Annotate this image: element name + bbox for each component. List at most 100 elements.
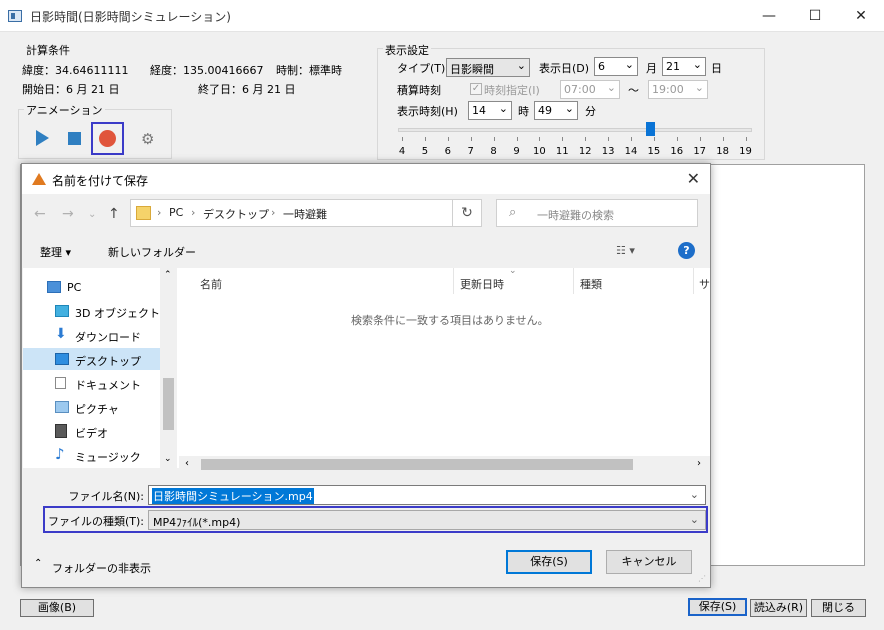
time-slider-track[interactable] (398, 128, 752, 132)
slider-tick-mark (699, 137, 701, 141)
column-header-modified[interactable]: 更新日時 (460, 276, 504, 292)
film-icon (55, 424, 67, 438)
maximize-button[interactable]: ☐ (792, 0, 838, 32)
nav-item-desktop[interactable]: デスクトップ (23, 348, 161, 370)
time-slider-thumb[interactable] (645, 122, 655, 136)
minute-select-value: 49 (538, 104, 552, 117)
month-unit: 月 (646, 62, 657, 75)
stop-icon[interactable] (68, 132, 81, 145)
resize-grip-icon[interactable]: ⋰ (698, 574, 706, 583)
hide-folders-button[interactable]: フォルダーの非表示 (52, 560, 151, 576)
slider-tick-label: 19 (739, 146, 752, 157)
column-header-name[interactable]: 名前 (200, 276, 222, 292)
new-folder-button[interactable]: 新しいフォルダー (108, 244, 196, 260)
slider-tick-label: 5 (421, 146, 429, 157)
slider-tick-mark (608, 137, 610, 141)
nav-item-videos[interactable]: ビデオ (23, 420, 161, 442)
column-header-size[interactable]: サ (699, 276, 710, 292)
play-icon[interactable] (36, 130, 49, 146)
nav-item-label: 3D オブジェクト (75, 307, 160, 320)
close-main-button[interactable]: 閉じる (811, 599, 866, 617)
timezone-text: 時制：標準時 (276, 64, 342, 77)
calc-group-label: 計算条件 (24, 42, 72, 58)
save-button[interactable]: 保存(S) (688, 598, 747, 616)
breadcrumb-folder[interactable]: 一時避難 (283, 206, 327, 222)
search-input[interactable]: ⌕ 一時避難の検索 (496, 199, 698, 227)
nav-item-label: ダウンロード (75, 331, 141, 344)
nav-item-pc[interactable]: PC (23, 276, 161, 298)
nav-item-label: ピクチャ (75, 403, 119, 416)
image-button[interactable]: 画像(B) (20, 599, 94, 617)
navigation-pane: PC 3D オブジェクト ⬇ ダウンロード デスクトップ ドキュメント ピクチャ… (23, 268, 179, 468)
nav-item-documents[interactable]: ドキュメント (23, 372, 161, 394)
tilde-text: 〜 (628, 84, 639, 97)
record-icon[interactable] (99, 130, 116, 147)
nav-item-label: デスクトップ (75, 355, 141, 368)
time-from-select[interactable]: 07:00 ⌄ (560, 80, 620, 99)
filetype-select[interactable]: MP4ﾌｧｲﾙ(*.mp4) ⌄ (148, 510, 706, 530)
refresh-icon[interactable]: ↻ (452, 199, 482, 227)
slider-tick-label: 15 (647, 146, 661, 157)
filename-input[interactable]: 日影時間シミュレーション.mp4 ⌄ (148, 485, 706, 505)
type-select[interactable]: 日影瞬間 ⌄ (446, 58, 530, 77)
nav-scroll-thumb[interactable] (163, 378, 174, 430)
breadcrumb-desktop[interactable]: デスクトップ (203, 206, 269, 222)
back-arrow-icon[interactable]: ← (34, 206, 46, 222)
recent-chevron-icon[interactable]: ⌄ (88, 209, 96, 220)
scroll-up-icon[interactable]: ⌃ (164, 270, 172, 280)
month-select[interactable]: 6 ⌄ (594, 57, 638, 76)
dialog-close-icon[interactable]: ✕ (687, 169, 700, 188)
nav-scrollbar[interactable]: ⌃ ⌄ (160, 268, 177, 468)
slider-tick-label: 18 (716, 146, 729, 157)
slider-tick-label: 13 (601, 146, 615, 157)
filetype-label: ファイルの種類(T): (47, 515, 144, 528)
app-logo-icon (32, 173, 46, 185)
dialog-title: 名前を付けて保存 (52, 174, 149, 188)
help-icon[interactable]: ? (678, 242, 695, 259)
load-button[interactable]: 読込み(R) (750, 599, 807, 617)
chevron-down-icon[interactable]: ⌄ (690, 513, 699, 526)
time-from-value: 07:00 (564, 83, 596, 96)
dialog-save-button[interactable]: 保存(S) (506, 550, 592, 574)
view-options-icon[interactable]: ☷ ▾ (616, 244, 635, 257)
day-select-value: 21 (666, 60, 680, 73)
scroll-left-icon[interactable]: ‹ (185, 458, 189, 469)
address-bar[interactable]: › PC › デスクトップ › 一時避難 ⌄ (130, 199, 477, 227)
scroll-right-icon[interactable]: › (697, 458, 701, 469)
minimize-button[interactable]: — (746, 0, 792, 32)
hour-select[interactable]: 14 ⌄ (468, 101, 512, 120)
time-to-select[interactable]: 19:00 ⌄ (648, 80, 708, 99)
document-icon (55, 377, 66, 389)
close-button[interactable]: ✕ (838, 0, 884, 32)
chevron-down-icon[interactable]: ⌄ (690, 488, 699, 501)
nav-item-music[interactable]: ♪ ミュージック (23, 444, 161, 466)
nav-item-3d-objects[interactable]: 3D オブジェクト (23, 300, 161, 322)
nav-item-downloads[interactable]: ⬇ ダウンロード (23, 324, 161, 346)
file-hscroll-thumb[interactable] (201, 459, 633, 470)
slider-tick-mark (722, 137, 724, 141)
crumb-sep-icon: › (271, 206, 276, 219)
organize-button[interactable]: 整理 ▾ (40, 244, 71, 260)
breadcrumb-pc[interactable]: PC (169, 206, 183, 219)
forward-arrow-icon[interactable]: → (62, 206, 74, 222)
slider-tick-mark (745, 137, 747, 141)
time-spec-checkbox[interactable]: ✓ (470, 83, 482, 95)
nav-item-pictures[interactable]: ピクチャ (23, 396, 161, 418)
title-bar: 日影時間(日影時間シミュレーション) — ☐ ✕ (0, 0, 884, 32)
dialog-cancel-button[interactable]: キャンセル (606, 550, 692, 574)
column-header-type[interactable]: 種類 (580, 276, 602, 292)
slider-tick-mark (539, 137, 541, 141)
minute-select[interactable]: 49 ⌄ (534, 101, 578, 120)
file-hscrollbar[interactable]: ‹ › (179, 456, 710, 473)
nav-item-label: ミュージック (75, 451, 141, 464)
settings-icon[interactable]: ⚙ (141, 130, 154, 148)
nav-item-label: ビデオ (75, 427, 108, 440)
chevron-down-icon: ⌄ (606, 81, 616, 94)
scroll-down-icon[interactable]: ⌄ (164, 454, 172, 464)
day-select[interactable]: 21 ⌄ (662, 57, 706, 76)
file-list-pane[interactable]: 名前 更新日時 ⌄ 種類 サ 検索条件に一致する項目はありません。 (179, 266, 710, 473)
slider-tick-mark (653, 137, 655, 141)
up-arrow-icon[interactable]: ↑ (108, 206, 120, 222)
chevron-up-icon[interactable]: ⌃ (34, 558, 42, 569)
filename-label: ファイル名(N): (68, 490, 144, 503)
